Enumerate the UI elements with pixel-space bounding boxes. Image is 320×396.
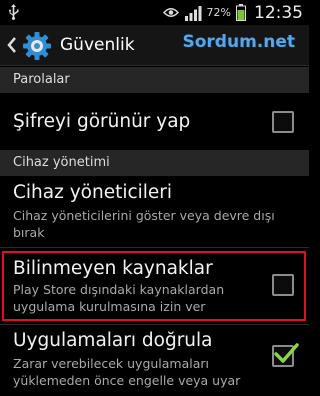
action-bar: Güvenlik Sordum.net	[0, 25, 309, 66]
setting-title: Şifreyi görünür yap	[13, 111, 191, 132]
setting-title: Uygulamaları doğrula	[13, 330, 213, 351]
setting-row-verify-apps[interactable]: Uygulamaları doğrula Zarar verebilecek u…	[0, 325, 309, 396]
section-header-cihaz-yonetimi: Cihaz yönetimi	[0, 150, 309, 176]
watermark: Sordum.net	[182, 32, 295, 52]
setting-row-device-administrators[interactable]: Cihaz yöneticileri Cihaz yöneticilerini …	[0, 176, 309, 250]
clock: 12:35	[254, 2, 303, 23]
setting-summary: Cihaz yöneticilerini göster veya devre d…	[13, 208, 275, 240]
highlight-box	[2, 251, 306, 321]
divider	[0, 247, 309, 248]
eye-icon	[162, 8, 179, 17]
setting-row-show-password[interactable]: Şifreyi görünür yap	[0, 93, 309, 151]
battery-percent: 72%	[206, 6, 231, 19]
setting-title: Cihaz yöneticileri	[13, 182, 173, 203]
verify-apps-checkbox[interactable]	[272, 343, 299, 367]
setting-summary: Zarar verebilecek uygulamaları yüklemede…	[13, 356, 241, 388]
section-header-parolalar: Parolalar	[0, 67, 309, 93]
check-mark-icon	[274, 343, 299, 363]
back-icon[interactable]	[4, 33, 20, 57]
signal-icon	[184, 5, 202, 21]
settings-gear-icon[interactable]	[22, 31, 52, 61]
battery-icon	[236, 4, 246, 21]
usb-icon	[9, 4, 19, 20]
status-bar: 72% 12:35	[0, 0, 309, 25]
page-title: Güvenlik	[60, 35, 135, 55]
show-password-checkbox[interactable]	[272, 111, 294, 133]
